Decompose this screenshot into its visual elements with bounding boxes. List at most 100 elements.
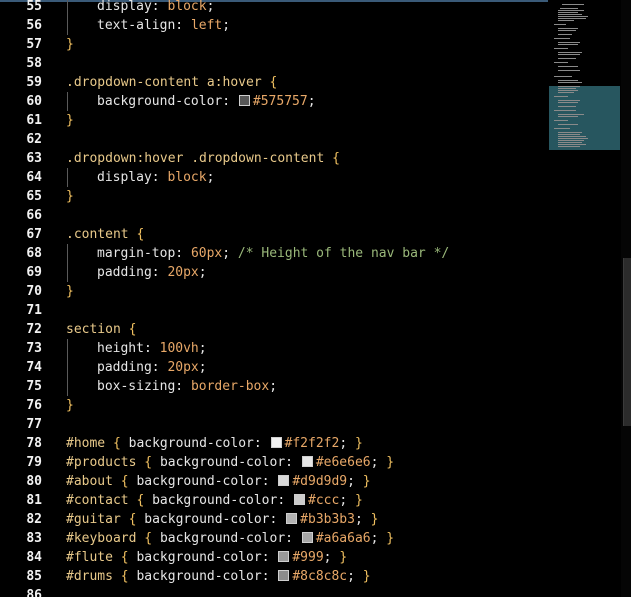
css-value: #d9d9d9 bbox=[292, 474, 348, 489]
minimap[interactable] bbox=[548, 0, 621, 597]
css-property: display bbox=[97, 170, 152, 185]
code-line: } bbox=[66, 396, 548, 415]
line-number: 76 bbox=[26, 398, 42, 413]
line-number: 81 bbox=[26, 493, 42, 508]
line-number: 77 bbox=[26, 417, 42, 432]
minimap-line bbox=[558, 138, 588, 139]
minimap-line bbox=[558, 12, 578, 13]
indent-guide bbox=[66, 339, 97, 358]
line-number: 69 bbox=[26, 265, 42, 280]
css-property: background-color bbox=[97, 94, 223, 109]
line-number: 79 bbox=[26, 455, 42, 470]
code-line: .dropdown-content a:hover { bbox=[66, 73, 548, 92]
css-property: height bbox=[97, 341, 144, 356]
line-number: 61 bbox=[26, 113, 42, 128]
code-line: height: 100vh; bbox=[66, 339, 548, 358]
css-value: #e6e6e6 bbox=[315, 455, 371, 470]
css-value: #a6a6a6 bbox=[315, 531, 371, 546]
minimap-line bbox=[554, 62, 568, 63]
opening-brace: { bbox=[128, 322, 137, 337]
closing-brace: } bbox=[66, 189, 74, 204]
css-property: box-sizing bbox=[97, 379, 176, 394]
minimap-line bbox=[558, 142, 582, 143]
minimap-line bbox=[558, 144, 586, 145]
line-number: 60 bbox=[26, 94, 42, 109]
code-line: } bbox=[66, 35, 548, 54]
scrollbar-thumb[interactable] bbox=[623, 258, 631, 426]
minimap-line bbox=[558, 70, 580, 71]
css-property: text-align bbox=[97, 18, 176, 33]
minimap-line bbox=[558, 30, 576, 31]
line-number: 64 bbox=[26, 170, 42, 185]
minimap-line bbox=[558, 124, 578, 125]
code-line: } bbox=[66, 111, 548, 130]
minimap-line bbox=[558, 116, 578, 117]
minimap-line bbox=[558, 58, 576, 59]
color-swatch-icon[interactable] bbox=[278, 570, 290, 581]
color-swatch-icon[interactable] bbox=[294, 494, 305, 505]
code-line: padding: 20px; bbox=[66, 358, 548, 377]
minimap-line bbox=[558, 18, 586, 19]
color-swatch-icon[interactable] bbox=[270, 437, 282, 448]
css-selector: .dropdown:hover .dropdown-content bbox=[66, 151, 325, 166]
minimap-line bbox=[558, 102, 578, 103]
css-property: background-color bbox=[159, 455, 286, 470]
css-value: #999 bbox=[292, 550, 324, 565]
line-number: 66 bbox=[26, 208, 42, 223]
code-line: .dropdown:hover .dropdown-content { bbox=[66, 149, 548, 168]
code-line: text-align: left; bbox=[66, 16, 548, 35]
vertical-scrollbar[interactable] bbox=[621, 0, 631, 597]
code-line: #contact { background-color: #ccc; } bbox=[66, 493, 363, 508]
line-number: 55 bbox=[26, 0, 42, 14]
code-editor[interactable]: 55 56 57 58 59 60 61 62 63 64 65 66 67 6… bbox=[0, 0, 548, 597]
line-number: 86 bbox=[26, 588, 42, 597]
css-value: 20px bbox=[167, 360, 199, 375]
css-value: 100vh bbox=[159, 341, 199, 356]
minimap-line bbox=[558, 10, 584, 11]
color-swatch-icon[interactable] bbox=[301, 456, 313, 467]
code-text-area[interactable]: display: block; text-align: left; } .dro… bbox=[66, 0, 548, 597]
css-selector: #flute bbox=[66, 550, 113, 565]
indent-guide bbox=[66, 263, 97, 282]
minimap-line bbox=[558, 66, 578, 67]
css-property: background-color bbox=[152, 493, 278, 508]
color-swatch-icon[interactable] bbox=[278, 475, 290, 486]
minimap-line bbox=[558, 106, 576, 107]
minimap-line bbox=[554, 96, 568, 97]
minimap-line bbox=[558, 90, 578, 91]
color-swatch-icon[interactable] bbox=[278, 551, 290, 562]
css-property: display bbox=[97, 0, 152, 14]
line-number: 56 bbox=[26, 18, 42, 33]
minimap-line bbox=[558, 146, 580, 147]
code-line: #about { background-color: #d9d9d9; } bbox=[66, 474, 371, 489]
css-selector: #about bbox=[66, 474, 113, 489]
line-number: 78 bbox=[26, 436, 42, 451]
opening-brace: { bbox=[136, 227, 145, 242]
minimap-line bbox=[554, 128, 570, 129]
line-number: 85 bbox=[26, 569, 42, 584]
minimap-line bbox=[562, 4, 584, 5]
indent-guide bbox=[66, 16, 97, 35]
line-number: 70 bbox=[26, 284, 42, 299]
color-swatch-icon[interactable] bbox=[301, 532, 313, 543]
minimap-line bbox=[560, 8, 578, 9]
line-number: 84 bbox=[26, 550, 42, 565]
css-value: #575757 bbox=[252, 94, 308, 109]
css-comment: /* Height of the nav bar */ bbox=[237, 246, 450, 261]
css-selector: #drums bbox=[66, 569, 113, 584]
color-swatch-icon[interactable] bbox=[286, 513, 298, 524]
minimap-line bbox=[558, 140, 584, 141]
css-value: #ccc bbox=[308, 493, 340, 508]
css-value: border-box bbox=[190, 379, 270, 394]
color-swatch-icon[interactable] bbox=[238, 95, 250, 106]
css-property: background-color bbox=[136, 474, 262, 489]
line-number: 72 bbox=[26, 322, 42, 337]
css-property: background-color bbox=[136, 569, 262, 584]
line-number: 65 bbox=[26, 189, 42, 204]
code-line: } bbox=[66, 282, 548, 301]
indent-guide bbox=[66, 0, 97, 16]
